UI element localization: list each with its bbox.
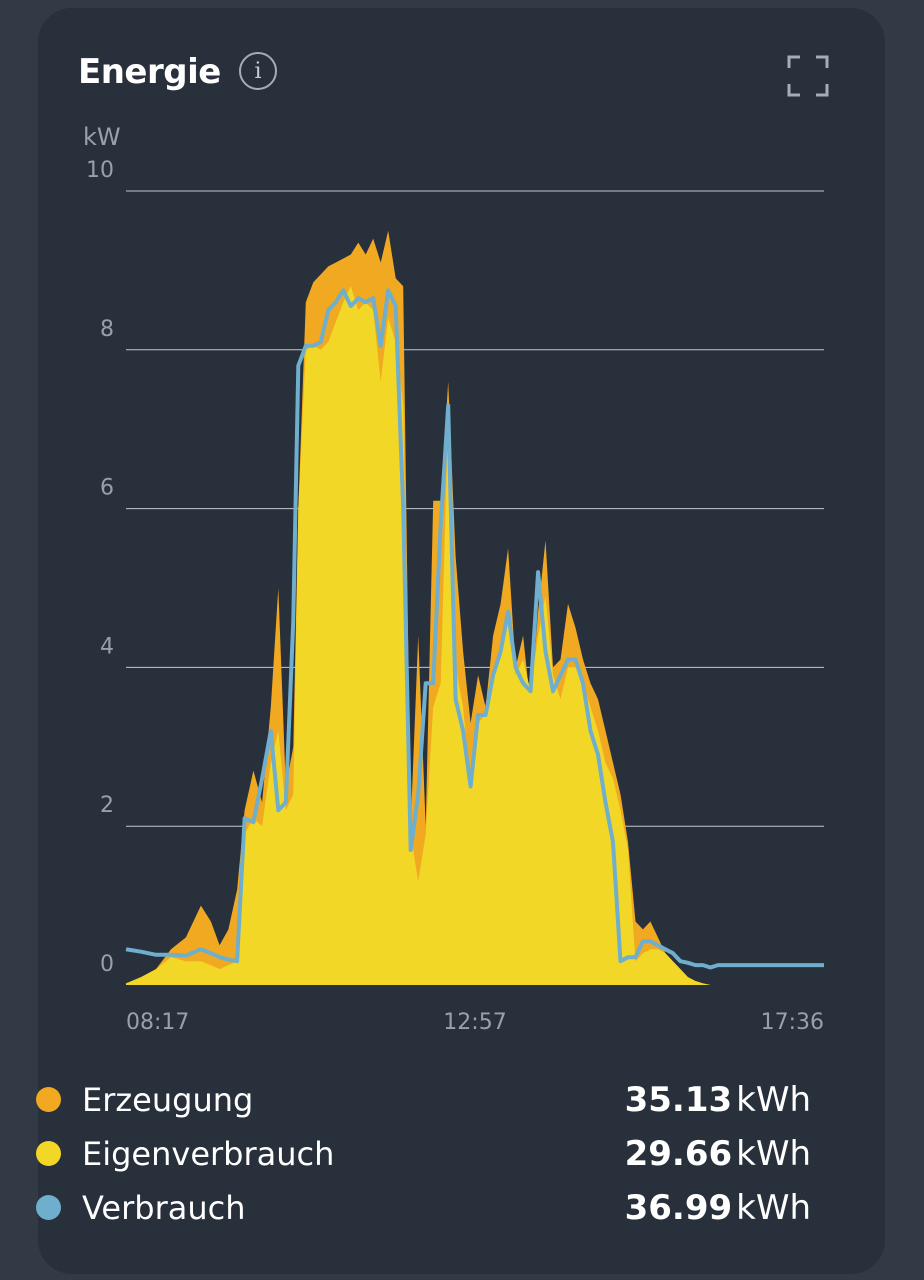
legend-verbrauch: Verbrauch 36.99 kWh — [36, 1185, 811, 1231]
legend-label: Eigenverbrauch — [82, 1135, 335, 1173]
energy-chart: kW 10 8 6 4 2 0 08:17 12:57 17:36 — [83, 123, 824, 1035]
legend-dot-verbrauch — [36, 1195, 61, 1220]
legend-value: 36.99 kWh — [624, 1188, 811, 1228]
y-tick-label: 0 — [100, 952, 114, 977]
legend-dot-eigenverbrauch — [36, 1141, 61, 1166]
legend-erzeugung: Erzeugung 35.13 kWh — [36, 1077, 811, 1123]
x-tick-label: 17:36 — [761, 1010, 824, 1035]
y-tick-label: 4 — [100, 634, 114, 659]
series-eigenverbrauch-area — [126, 286, 824, 985]
legend-eigenverbrauch: Eigenverbrauch 29.66 kWh — [36, 1131, 811, 1177]
y-tick-label: 2 — [100, 793, 114, 818]
legend-value: 35.13 kWh — [624, 1080, 811, 1120]
legend-dot-erzeugung — [36, 1087, 61, 1112]
legend-label: Erzeugung — [82, 1081, 254, 1119]
y-tick-label: 6 — [100, 476, 114, 501]
legend-value: 29.66 kWh — [624, 1134, 811, 1174]
x-tick-label: 12:57 — [443, 1010, 506, 1035]
y-tick-label: 10 — [86, 158, 114, 183]
y-tick-label: 8 — [100, 317, 114, 342]
x-tick-label: 08:17 — [126, 1010, 189, 1035]
legend-label: Verbrauch — [82, 1189, 246, 1227]
y-axis-unit: kW — [83, 123, 121, 151]
